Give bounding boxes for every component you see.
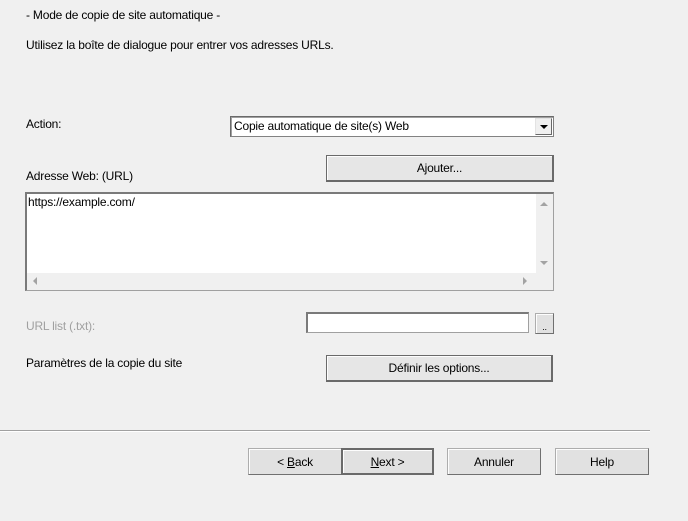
browse-url-list-button[interactable]: ..: [535, 313, 554, 334]
web-address-label: Adresse Web: (URL): [26, 169, 133, 183]
next-button[interactable]: Next >: [341, 448, 434, 475]
vertical-scrollbar[interactable]: [536, 194, 553, 273]
add-url-button[interactable]: Ajouter...: [326, 155, 554, 182]
cancel-button[interactable]: Annuler: [447, 448, 541, 475]
next-mnemonic: N: [370, 454, 380, 469]
scroll-down-icon[interactable]: [540, 261, 548, 265]
footer-separator: [0, 430, 650, 432]
options-label: Paramètres de la copie du site: [26, 356, 183, 370]
chevron-down-icon: [539, 124, 548, 129]
url-list-label: URL list (.txt):: [26, 319, 96, 333]
back-button[interactable]: < Back: [248, 448, 342, 475]
scroll-up-icon[interactable]: [540, 202, 548, 206]
url-textarea[interactable]: https://example.com/: [25, 192, 554, 291]
scroll-left-icon[interactable]: [33, 277, 37, 285]
back-mnemonic: B: [287, 454, 295, 469]
action-select[interactable]: Copie automatique de site(s) Web: [230, 116, 554, 137]
url-textarea-content[interactable]: https://example.com/: [28, 195, 135, 209]
action-label: Action:: [26, 117, 62, 131]
wizard-title: - Mode de copie de site automatique -: [26, 8, 221, 22]
back-rest: ack: [294, 454, 313, 469]
help-button[interactable]: Help: [555, 448, 649, 475]
wizard-subtitle: Utilisez la boîte de dialogue pour entre…: [26, 38, 334, 52]
next-rest: ext >: [379, 454, 405, 469]
action-dropdown-button[interactable]: [535, 118, 552, 135]
action-selected-value: Copie automatique de site(s) Web: [234, 119, 409, 133]
back-prefix: <: [277, 454, 288, 469]
url-list-input[interactable]: [306, 312, 529, 333]
scroll-corner: [536, 273, 553, 290]
horizontal-scrollbar[interactable]: [27, 273, 553, 290]
scroll-right-icon[interactable]: [523, 277, 527, 285]
define-options-button[interactable]: Définir les options...: [326, 355, 553, 382]
